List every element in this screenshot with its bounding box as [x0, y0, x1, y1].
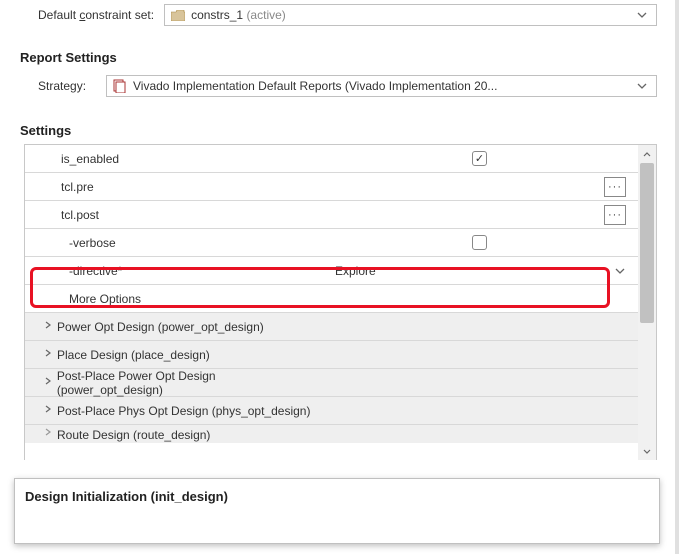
- settings-grid: is_enabled ✓ tcl.pre ··· tcl.post ··· -v…: [24, 144, 657, 460]
- chevron-down-icon: [634, 12, 650, 18]
- chevron-right-icon: [43, 428, 53, 439]
- prop-name: tcl.pre: [25, 180, 321, 194]
- category-row[interactable]: Post-Place Power Opt Design (power_opt_d…: [25, 369, 638, 397]
- scroll-down-icon[interactable]: [638, 442, 656, 460]
- prop-row-more-options[interactable]: More Options: [25, 285, 638, 313]
- prop-row-verbose[interactable]: -verbose: [25, 229, 638, 257]
- report-settings-header: Report Settings: [18, 36, 657, 71]
- constraint-set-label: Default constraint set:: [38, 8, 154, 22]
- description-panel: Design Initialization (init_design): [14, 478, 660, 544]
- reports-icon: [113, 79, 127, 93]
- prop-name: is_enabled: [25, 152, 321, 166]
- category-row[interactable]: Post-Place Phys Opt Design (phys_opt_des…: [25, 397, 638, 425]
- prop-row-directive[interactable]: -directive* Explore: [25, 257, 638, 285]
- chevron-right-icon: [43, 349, 53, 360]
- category-row[interactable]: Power Opt Design (power_opt_design): [25, 313, 638, 341]
- strategy-label: Strategy:: [38, 79, 94, 93]
- browse-button[interactable]: ···: [604, 177, 626, 197]
- prop-name: -directive*: [25, 264, 321, 278]
- directive-combo[interactable]: Explore: [329, 260, 630, 282]
- folder-icon: [171, 10, 185, 21]
- constraint-set-value: constrs_1 (active): [191, 8, 634, 22]
- scrollbar[interactable]: [638, 145, 656, 460]
- prop-name: tcl.post: [25, 208, 321, 222]
- chevron-down-icon: [612, 268, 628, 274]
- prop-row-tcl-post[interactable]: tcl.post ···: [25, 201, 638, 229]
- category-row[interactable]: Route Design (route_design): [25, 425, 638, 443]
- scrollbar-thumb[interactable]: [640, 163, 654, 323]
- chevron-right-icon: [43, 405, 53, 416]
- checkbox-unchecked[interactable]: [472, 235, 487, 250]
- category-label: Place Design (place_design): [57, 348, 210, 362]
- category-label: Power Opt Design (power_opt_design): [57, 320, 264, 334]
- strategy-value: Vivado Implementation Default Reports (V…: [133, 79, 634, 93]
- category-label: Post-Place Phys Opt Design (phys_opt_des…: [57, 404, 310, 418]
- category-row[interactable]: Place Design (place_design): [25, 341, 638, 369]
- category-label: Route Design (route_design): [57, 428, 210, 442]
- browse-button[interactable]: ···: [604, 205, 626, 225]
- directive-value: Explore: [335, 264, 612, 278]
- prop-row-tcl-pre[interactable]: tcl.pre ···: [25, 173, 638, 201]
- chevron-right-icon: [43, 377, 53, 388]
- chevron-down-icon: [634, 83, 650, 89]
- constraint-set-dropdown[interactable]: constrs_1 (active): [164, 4, 657, 26]
- scroll-up-icon[interactable]: [638, 145, 656, 163]
- category-label: Post-Place Power Opt Design (power_opt_d…: [57, 369, 321, 397]
- prop-name: -verbose: [25, 236, 321, 250]
- description-title: Design Initialization (init_design): [25, 489, 649, 504]
- prop-name: More Options: [25, 292, 321, 306]
- chevron-right-icon: [43, 321, 53, 332]
- settings-header: Settings: [18, 109, 657, 144]
- checkbox-checked[interactable]: ✓: [472, 151, 487, 166]
- strategy-dropdown[interactable]: Vivado Implementation Default Reports (V…: [106, 75, 657, 97]
- prop-row-is-enabled[interactable]: is_enabled ✓: [25, 145, 638, 173]
